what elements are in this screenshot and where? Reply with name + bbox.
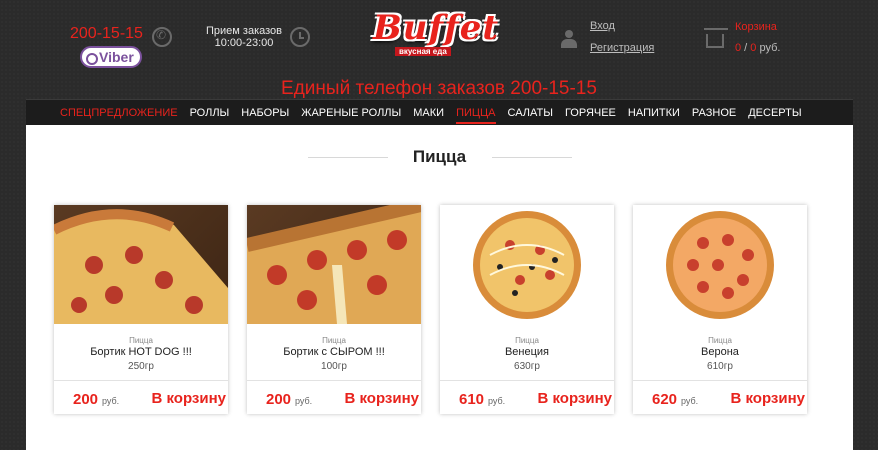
card-divider <box>54 380 228 381</box>
product-card: Пицца Бортик с СЫРОМ !!! 100гр 200 руб. … <box>247 205 421 414</box>
viber-label: Viber <box>99 49 134 65</box>
nav-item-pizza[interactable]: ПИЦЦА <box>456 107 496 124</box>
nav-item-salads[interactable]: САЛАТЫ <box>508 107 553 119</box>
nav-item-sets[interactable]: НАБОРЫ <box>241 107 289 119</box>
logo-text: Buffet <box>373 8 500 48</box>
product-image[interactable] <box>54 205 228 324</box>
product-card: Пицца Венеция 630гр 610 руб. В корзину <box>440 205 614 414</box>
section-title: Пицца <box>412 147 467 166</box>
nav-item-rolls[interactable]: РОЛЛЫ <box>190 107 230 119</box>
product-currency: руб. <box>102 396 120 406</box>
clock-icon <box>290 27 310 47</box>
viber-icon <box>86 53 98 65</box>
card-divider <box>440 380 614 381</box>
header-phone: 200-15-15 <box>70 25 143 42</box>
add-to-cart-button[interactable]: В корзину <box>344 390 419 407</box>
product-image[interactable] <box>247 205 421 324</box>
register-link[interactable]: Регистрация <box>590 42 654 54</box>
nav-item-misc[interactable]: РАЗНОЕ <box>692 107 736 119</box>
hours-value: 10:00-23:00 <box>214 37 274 49</box>
add-to-cart-button[interactable]: В корзину <box>151 390 226 407</box>
product-weight: 610гр <box>707 361 733 372</box>
nav-item-desserts[interactable]: ДЕСЕРТЫ <box>748 107 801 119</box>
cart-currency: руб. <box>756 42 781 54</box>
logo[interactable]: Buffet вкусная еда <box>367 8 505 56</box>
product-weight: 630гр <box>514 361 540 372</box>
add-to-cart-button[interactable]: В корзину <box>730 390 805 407</box>
cart-separator: / <box>741 42 751 54</box>
cart-label[interactable]: Корзина <box>735 21 777 33</box>
product-category: Пицца <box>129 336 153 345</box>
product-category: Пицца <box>708 336 732 345</box>
product-category: Пицца <box>322 336 346 345</box>
product-image[interactable] <box>440 205 614 324</box>
product-weight: 250гр <box>128 361 154 372</box>
product-name[interactable]: Бортик с СЫРОМ !!! <box>247 346 421 358</box>
add-to-cart-button[interactable]: В корзину <box>537 390 612 407</box>
order-hours: Прием заказов 10:00-23:00 <box>204 25 284 49</box>
product-name[interactable]: Верона <box>633 346 807 358</box>
hours-title: Прием заказов <box>206 25 282 37</box>
product-card: Пицца Верона 610гр 620 руб. В корзину <box>633 205 807 414</box>
product-price: 610 <box>459 391 485 408</box>
product-currency: руб. <box>488 396 506 406</box>
product-currency: руб. <box>295 396 313 406</box>
login-link[interactable]: Вход <box>590 20 615 32</box>
main-nav: СПЕЦПРЕДЛОЖЕНИЕ РОЛЛЫ НАБОРЫ ЖАРЕНЫЕ РОЛ… <box>26 99 853 126</box>
user-icon <box>561 30 577 48</box>
product-weight: 100гр <box>321 361 347 372</box>
viber-badge[interactable]: Viber <box>80 46 142 68</box>
product-price: 200 <box>73 391 99 408</box>
product-name[interactable]: Венеция <box>440 346 614 358</box>
product-category: Пицца <box>515 336 539 345</box>
phone-icon <box>152 27 172 47</box>
main-content: Пицца Пицца Бортик HOT DOG !!! 250гр 200… <box>26 125 853 450</box>
product-currency: руб. <box>681 396 699 406</box>
logo-tagline: вкусная еда <box>395 47 451 56</box>
product-name[interactable]: Бортик HOT DOG !!! <box>54 346 228 358</box>
product-price: 200 <box>266 391 292 408</box>
nav-item-fried-rolls[interactable]: ЖАРЕНЫЕ РОЛЛЫ <box>301 107 401 119</box>
product-card: Пицца Бортик HOT DOG !!! 250гр 200 руб. … <box>54 205 228 414</box>
cart-totals: 0 / 0 руб. <box>735 42 780 54</box>
card-divider <box>247 380 421 381</box>
nav-item-maki[interactable]: МАКИ <box>413 107 444 119</box>
cart-icon[interactable] <box>704 28 728 48</box>
product-image[interactable] <box>633 205 807 324</box>
product-price: 620 <box>652 391 678 408</box>
nav-item-drinks[interactable]: НАПИТКИ <box>628 107 680 119</box>
banner-phone: Единый телефон заказов 200-15-15 <box>281 78 597 99</box>
card-divider <box>633 380 807 381</box>
title-divider-right <box>492 157 572 158</box>
nav-item-hot[interactable]: ГОРЯЧЕЕ <box>565 107 616 119</box>
nav-item-special[interactable]: СПЕЦПРЕДЛОЖЕНИЕ <box>60 107 178 119</box>
